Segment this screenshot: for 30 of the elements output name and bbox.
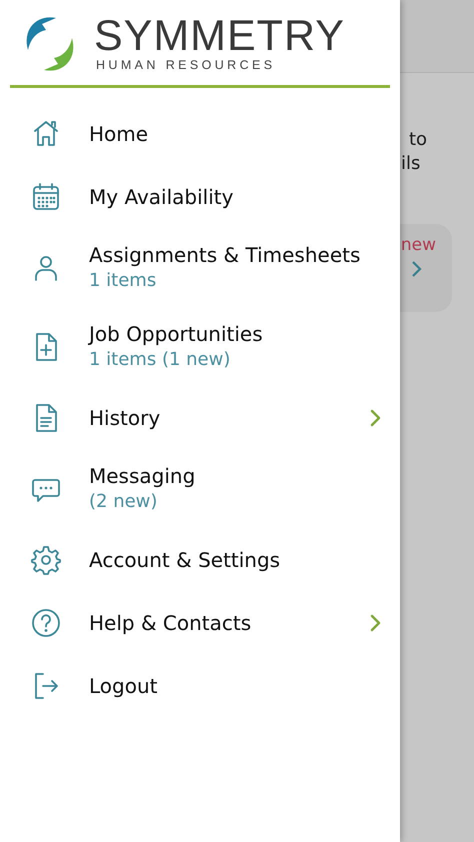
menu-title: Messaging (89, 462, 196, 488)
new-label: new (400, 234, 436, 256)
menu-item[interactable]: Help & Contacts (0, 591, 400, 654)
menu-item[interactable]: Account & Settings (0, 528, 400, 591)
logo-name: SYMMETRY (94, 14, 345, 56)
menu-count: 1 items (1 new) (89, 348, 232, 372)
menu-title: Logout (89, 672, 158, 698)
menu-title: Assignments & Timesheets (89, 242, 362, 268)
help-icon (30, 606, 62, 638)
chevron-icon (410, 260, 422, 278)
menu-item[interactable]: Logout (0, 654, 400, 717)
menu-item[interactable]: Home (0, 102, 400, 165)
menu-title: Home (89, 120, 150, 146)
calendar-icon (30, 180, 62, 212)
menu-title: Job Opportunities (89, 320, 264, 346)
menu-item[interactable]: Assignments & Timesheets 1 items (0, 228, 400, 307)
menu-item[interactable]: Job Opportunities 1 items (1 new) (0, 307, 400, 386)
page-text: ils (401, 152, 422, 176)
logo-tagline: HUMAN RESOURCES (96, 56, 276, 72)
menu-item[interactable]: History (0, 386, 400, 449)
menu-count: 1 items (89, 268, 158, 292)
menu-count: (2 new) (89, 490, 158, 514)
menu-item[interactable]: Messaging (2 new) (0, 449, 400, 528)
menu-title: Help & Contacts (89, 610, 252, 636)
menu-title: History (89, 404, 162, 430)
menu-title: My Availability (89, 184, 234, 210)
menu-item[interactable]: My Availability (0, 165, 400, 228)
settings-icon (30, 544, 62, 576)
page-text: to (409, 128, 428, 152)
menu-title: Account & Settings (89, 546, 282, 572)
